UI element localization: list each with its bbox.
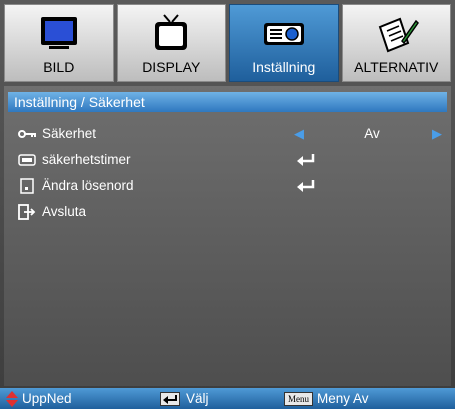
tab-label: Inställning xyxy=(252,59,316,75)
footer-select-label: Välj xyxy=(186,391,209,406)
footer-updown-label: UppNed xyxy=(22,391,72,406)
enter-icon[interactable] xyxy=(296,179,316,193)
tab-label: ALTERNATIV xyxy=(354,59,439,75)
footer-menu-label: Meny Av xyxy=(317,391,369,406)
arrow-right-icon[interactable]: ▶ xyxy=(432,123,442,145)
tab-display[interactable]: DISPLAY xyxy=(116,4,226,82)
settings-panel: Inställning / Säkerhet Säkerhet ◀ Av ▶ s… xyxy=(4,86,451,386)
menu-item-sakerhet[interactable]: Säkerhet ◀ Av ▶ xyxy=(12,123,443,145)
updown-arrow-icon xyxy=(6,390,18,407)
document-pen-icon xyxy=(379,17,420,53)
footer-menu: Menu Meny Av xyxy=(284,388,369,409)
menu-item-avsluta[interactable]: Avsluta xyxy=(12,201,443,223)
menu-key-icon: Menu xyxy=(284,391,313,406)
tv-icon xyxy=(155,14,188,50)
tab-label: DISPLAY xyxy=(142,59,201,75)
projector-icon xyxy=(263,23,304,45)
tab-bild[interactable]: BILD xyxy=(4,4,114,82)
tab-alternativ[interactable]: ALTERNATIV xyxy=(341,4,451,82)
menu-item-sakerhetstimer[interactable]: säkerhetstimer xyxy=(12,149,443,171)
monitor-icon xyxy=(40,17,77,49)
menu-item-label: Avsluta xyxy=(42,204,87,219)
footer-bar: UppNed Välj Menu Meny Av xyxy=(0,388,455,409)
key-icon xyxy=(18,130,36,138)
tab-bar: BILD DISPLAY Inställning ALTERNATIV xyxy=(4,4,451,82)
menu-item-andra-losenord[interactable]: Ändra lösenord xyxy=(12,175,443,197)
footer-select: Välj xyxy=(160,388,209,409)
timer-icon xyxy=(18,154,36,166)
breadcrumb: Inställning / Säkerhet xyxy=(8,92,447,112)
footer-updown: UppNed xyxy=(6,388,72,409)
menu-item-label: säkerhetstimer xyxy=(42,152,131,167)
security-value: Av xyxy=(364,126,380,141)
tab-label: BILD xyxy=(43,59,75,75)
enter-key-icon xyxy=(160,391,180,406)
exit-icon xyxy=(18,204,36,220)
tab-installning[interactable]: Inställning xyxy=(229,4,339,82)
keypad-icon xyxy=(20,178,34,194)
arrow-left-icon[interactable]: ◀ xyxy=(294,123,304,145)
enter-icon[interactable] xyxy=(296,153,316,167)
menu-item-label: Säkerhet xyxy=(42,126,97,141)
osd-menu: BILD DISPLAY Inställning ALTERNATIV Inst… xyxy=(0,0,455,409)
menu-item-label: Ändra lösenord xyxy=(42,178,134,193)
